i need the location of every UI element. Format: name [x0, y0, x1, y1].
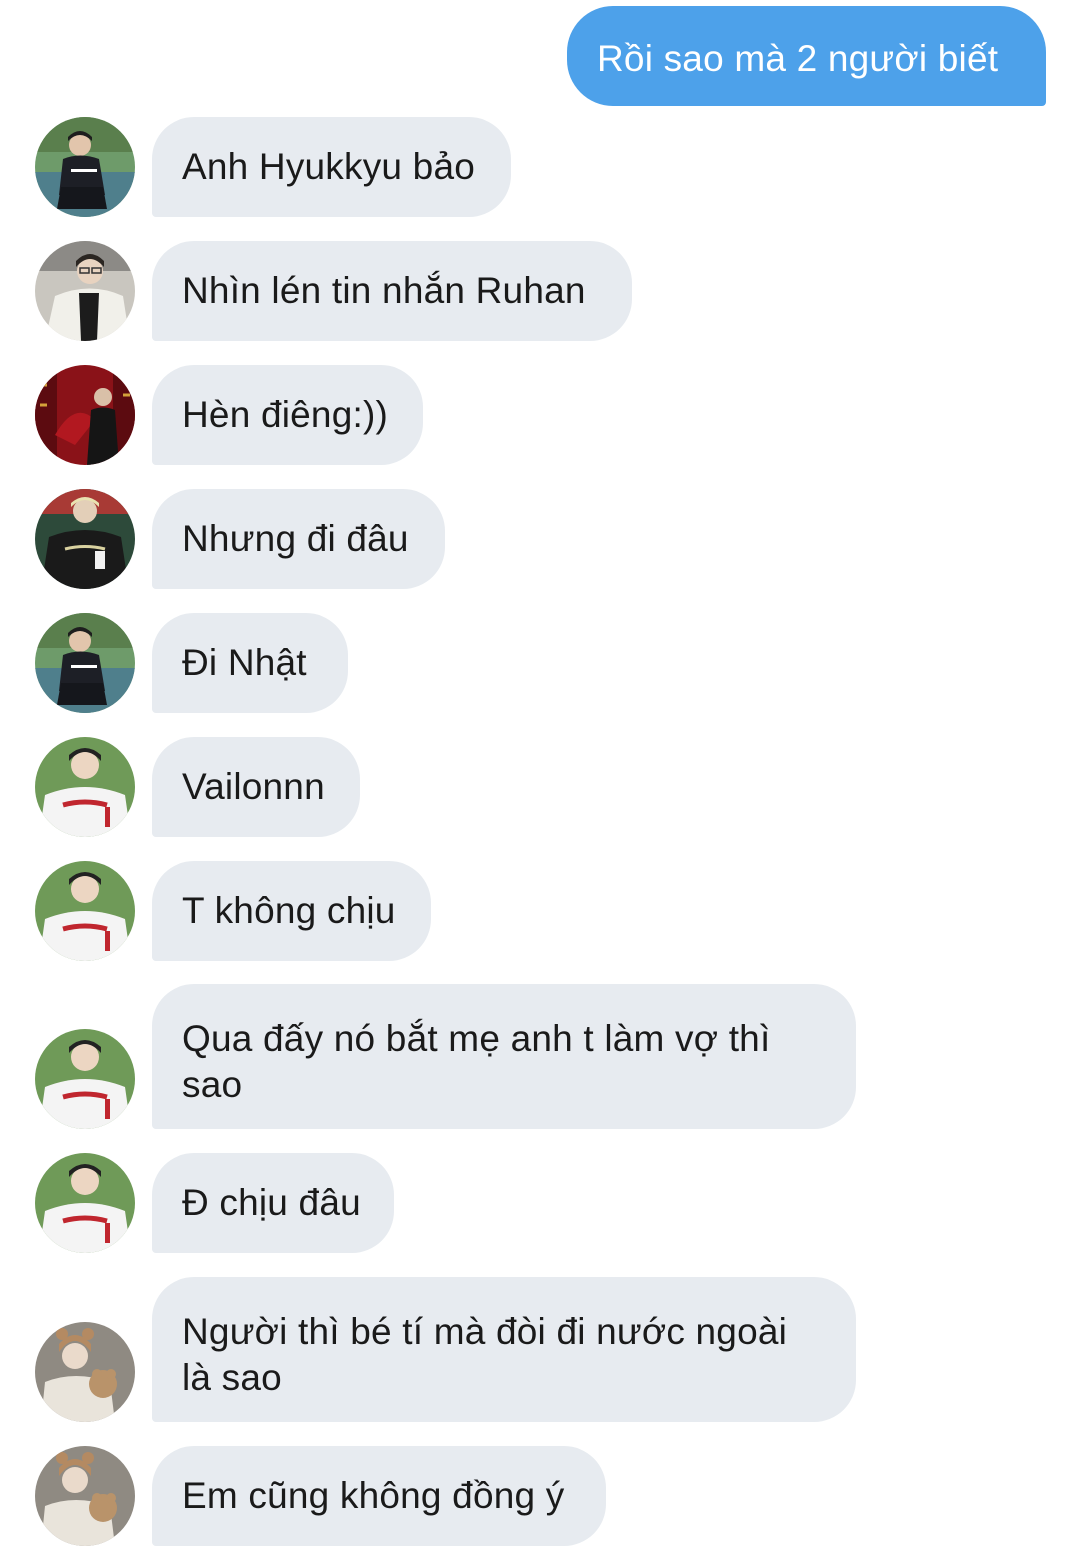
- message-text: Đ chịu đâu: [182, 1182, 361, 1223]
- message-text: Qua đấy nó bắt mẹ anh t làm vợ thì sao: [182, 1018, 771, 1105]
- avatar[interactable]: [35, 489, 135, 589]
- message-text: Nhưng đi đâu: [182, 518, 409, 559]
- message-text: Hèn điêng:)): [182, 394, 389, 435]
- outgoing-message-bubble[interactable]: Rồi sao mà 2 người biết: [567, 6, 1046, 106]
- avatar[interactable]: [35, 1446, 135, 1546]
- message-text: Nhìn lén tin nhắn Ruhan: [182, 270, 586, 311]
- avatar[interactable]: [35, 737, 135, 837]
- incoming-message-bubble[interactable]: Đi Nhật: [152, 613, 348, 713]
- avatar[interactable]: [35, 241, 135, 341]
- incoming-message-bubble[interactable]: Qua đấy nó bắt mẹ anh t làm vợ thì sao: [152, 984, 856, 1129]
- message-text: T không chịu: [182, 890, 396, 931]
- avatar[interactable]: [35, 1153, 135, 1253]
- incoming-message-bubble[interactable]: Em cũng không đồng ý: [152, 1446, 606, 1546]
- incoming-message-bubble[interactable]: Đ chịu đâu: [152, 1153, 394, 1253]
- avatar[interactable]: [35, 1322, 135, 1422]
- avatar[interactable]: [35, 861, 135, 961]
- incoming-message-bubble[interactable]: Anh Hyukkyu bảo: [152, 117, 511, 217]
- avatar[interactable]: [35, 365, 135, 465]
- message-text: Em cũng không đồng ý: [182, 1475, 565, 1516]
- avatar[interactable]: [35, 613, 135, 713]
- incoming-message-bubble[interactable]: T không chịu: [152, 861, 431, 961]
- incoming-message-bubble[interactable]: Nhưng đi đâu: [152, 489, 445, 589]
- incoming-message-bubble[interactable]: Vailonnn: [152, 737, 360, 837]
- incoming-message-bubble[interactable]: Nhìn lén tin nhắn Ruhan: [152, 241, 632, 341]
- avatar[interactable]: [35, 117, 135, 217]
- incoming-message-bubble[interactable]: Người thì bé tí mà đòi đi nước ngoài là …: [152, 1277, 856, 1422]
- message-text: Người thì bé tí mà đòi đi nước ngoài là …: [182, 1311, 788, 1398]
- incoming-message-bubble[interactable]: Hèn điêng:)): [152, 365, 423, 465]
- avatar[interactable]: [35, 1029, 135, 1129]
- outgoing-message-text: Rồi sao mà 2 người biết: [597, 38, 999, 79]
- message-text: Vailonnn: [182, 766, 325, 807]
- message-text: Đi Nhật: [182, 642, 307, 683]
- message-text: Anh Hyukkyu bảo: [182, 146, 476, 187]
